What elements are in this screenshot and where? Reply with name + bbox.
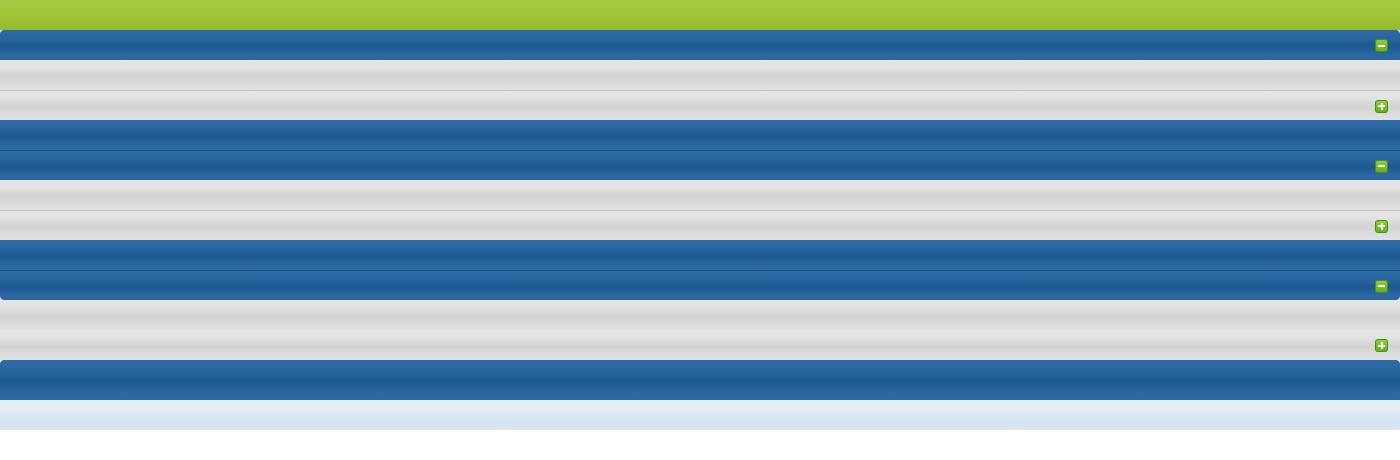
panel-3-header[interactable] [0,270,1400,300]
collapse-minus-icon[interactable] [1375,279,1388,293]
panel-2-subrow[interactable] [0,210,1400,240]
panel-2-row [0,180,1400,210]
expand-plus-icon[interactable] [1375,219,1388,233]
collapse-minus-icon[interactable] [1375,159,1388,173]
expand-plus-icon[interactable] [1375,339,1388,352]
collapse-minus-icon[interactable] [1375,39,1388,52]
panel-3-footer [0,360,1400,400]
expand-plus-icon[interactable] [1375,99,1388,113]
top-bar [0,0,1400,30]
panel-1-row [0,60,1400,90]
panel-1-footer [0,120,1400,150]
footer-row [0,400,1400,430]
panel-2-header[interactable] [0,150,1400,180]
panel-3-row [0,300,1400,330]
panel-3-subrow[interactable] [0,330,1400,360]
panel-1-header[interactable] [0,30,1400,60]
panel-1-subrow[interactable] [0,90,1400,120]
panel-2-footer [0,240,1400,270]
